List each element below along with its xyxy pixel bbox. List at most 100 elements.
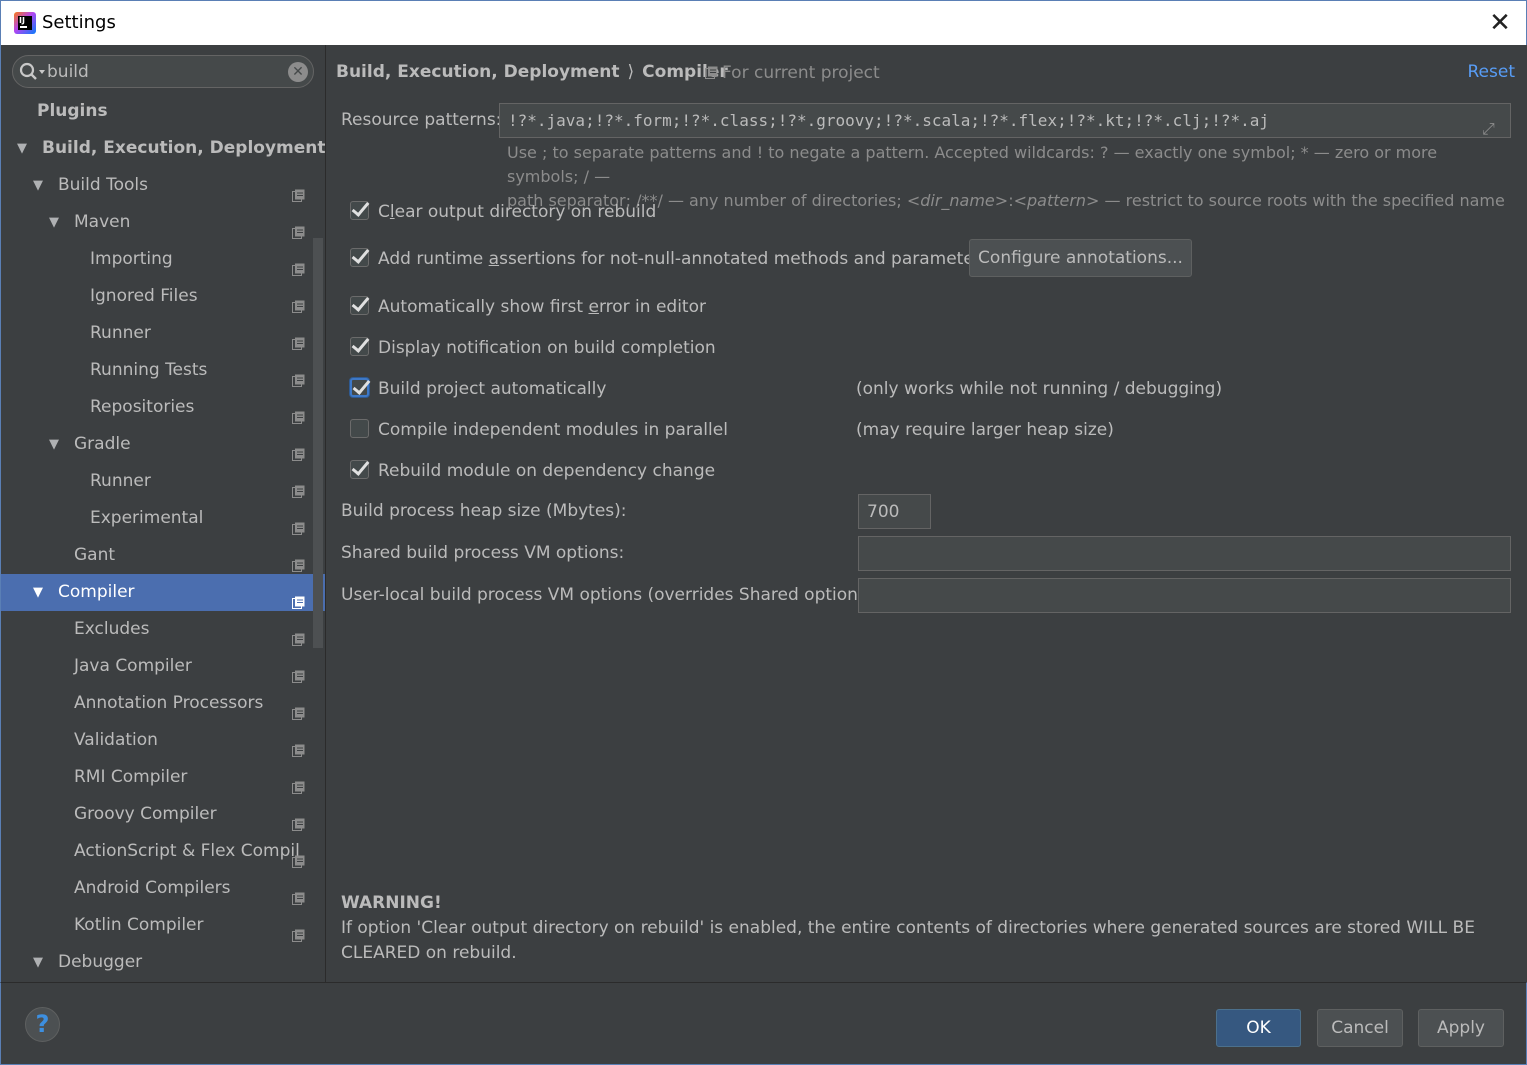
project-scope-icon bbox=[292, 734, 305, 757]
hint-dir-name: <dir_name> bbox=[906, 191, 1009, 210]
tree-item-java-compiler[interactable]: Java Compiler bbox=[1, 648, 325, 685]
heap-size-input[interactable] bbox=[858, 494, 931, 529]
tree-item-rmi-compiler[interactable]: RMI Compiler bbox=[1, 759, 325, 796]
tree-item-plugins[interactable]: Plugins bbox=[1, 93, 325, 130]
window-title: Settings bbox=[42, 12, 116, 33]
project-scope-icon bbox=[292, 586, 305, 609]
project-scope-icon bbox=[292, 401, 305, 424]
project-scope-icon bbox=[292, 771, 305, 794]
tree-item-build-tools[interactable]: ▼ Build Tools bbox=[1, 167, 325, 204]
tree-item-label: Experimental bbox=[90, 508, 204, 528]
tree-item-kotlin-compiler[interactable]: Kotlin Compiler bbox=[1, 907, 325, 944]
tree-item-gant[interactable]: Gant bbox=[1, 537, 325, 574]
expand-arrow-icon[interactable]: ▼ bbox=[49, 204, 59, 241]
compile-parallel-note: (may require larger heap size) bbox=[856, 420, 1114, 440]
warning-message: WARNING! If option 'Clear output directo… bbox=[341, 891, 1491, 966]
tree-item-label: Gant bbox=[74, 545, 116, 565]
rebuild-on-change-label: Rebuild module on dependency change bbox=[378, 461, 716, 481]
tree-item-validation[interactable]: Validation bbox=[1, 722, 325, 759]
tree-item-compiler[interactable]: ▼ Compiler bbox=[1, 574, 325, 611]
search-input[interactable] bbox=[47, 60, 287, 84]
rebuild-on-change-checkbox[interactable] bbox=[350, 460, 369, 479]
clear-output-checkbox[interactable] bbox=[350, 201, 369, 220]
tree-item-android-compilers[interactable]: Android Compilers bbox=[1, 870, 325, 907]
tree-item-excludes[interactable]: Excludes bbox=[1, 611, 325, 648]
tree-item-label: Maven bbox=[74, 212, 131, 232]
hint-line-2-part-b: — restrict to source roots with the spec… bbox=[1099, 191, 1505, 210]
resource-patterns-input[interactable]: !?*.java;!?*.form;!?*.class;!?*.groovy;!… bbox=[499, 103, 1511, 138]
project-scope-icon bbox=[292, 327, 305, 350]
tree-item-runner[interactable]: Runner bbox=[1, 315, 325, 352]
tree-item-groovy-compiler[interactable]: Groovy Compiler bbox=[1, 796, 325, 833]
expand-arrow-icon[interactable]: ▼ bbox=[49, 426, 59, 463]
project-scope-icon bbox=[292, 697, 305, 720]
apply-button[interactable]: Apply bbox=[1418, 1009, 1504, 1047]
show-first-error-label: Automatically show first error in editor bbox=[378, 297, 706, 317]
tree-item-build-execution-deployment[interactable]: ▼ Build, Execution, Deployment bbox=[1, 130, 325, 167]
build-automatically-label: Build project automatically bbox=[378, 379, 607, 399]
shared-vm-options-input[interactable] bbox=[858, 536, 1511, 571]
clear-search-icon[interactable]: ✕ bbox=[288, 62, 308, 82]
heap-size-label: Build process heap size (Mbytes): bbox=[341, 501, 627, 521]
add-assertions-checkbox[interactable] bbox=[350, 248, 369, 267]
scope-indicator: For current project bbox=[705, 63, 880, 83]
search-box: ✕ bbox=[12, 55, 314, 88]
settings-tree: Plugins ▼ Build, Execution, Deployment ▼ Bui… bbox=[1, 93, 325, 981]
tree-item-label: Running Tests bbox=[90, 360, 208, 380]
search-icon[interactable] bbox=[19, 62, 49, 82]
tree-item-ignored-files[interactable]: Ignored Files bbox=[1, 278, 325, 315]
tree-item-annotation-processors[interactable]: Annotation Processors bbox=[1, 685, 325, 722]
tree-item-experimental[interactable]: Experimental bbox=[1, 500, 325, 537]
help-icon[interactable]: ? bbox=[25, 1007, 60, 1042]
compiler-settings-panel: Build, Execution, Deployment ⟩ Compiler Fo… bbox=[326, 45, 1527, 982]
tree-item-importing[interactable]: Importing bbox=[1, 241, 325, 278]
tree-item-label: Runner bbox=[90, 323, 151, 343]
resource-patterns-hint: Use ; to separate patterns and ! to nega… bbox=[507, 141, 1507, 213]
display-notification-label: Display notification on build completion bbox=[378, 338, 716, 358]
configure-annotations-button[interactable]: Configure annotations... bbox=[969, 239, 1192, 277]
tree-item-running-tests[interactable]: Running Tests bbox=[1, 352, 325, 389]
shared-vm-options-label: Shared build process VM options: bbox=[341, 543, 625, 563]
expand-arrow-icon[interactable]: ▼ bbox=[33, 167, 43, 204]
expand-arrow-icon[interactable]: ▼ bbox=[33, 944, 43, 981]
project-scope-icon bbox=[292, 179, 305, 202]
user-vm-options-input[interactable] bbox=[858, 578, 1511, 613]
breadcrumb-separator: ⟩ bbox=[627, 62, 635, 82]
project-scope-icon bbox=[292, 290, 305, 313]
tree-item-actionscript-flex-compil[interactable]: ActionScript & Flex Compil bbox=[1, 833, 325, 870]
tree-item-gradle[interactable]: ▼ Gradle bbox=[1, 426, 325, 463]
display-notification-checkbox[interactable] bbox=[350, 337, 369, 356]
reset-link[interactable]: Reset bbox=[1468, 62, 1516, 82]
warning-text: If option 'Clear output directory on reb… bbox=[341, 918, 1475, 963]
tree-item-label: Validation bbox=[74, 730, 158, 750]
tree-item-label: Compiler bbox=[58, 582, 135, 602]
tree-item-repositories[interactable]: Repositories bbox=[1, 389, 325, 426]
project-scope-icon bbox=[292, 549, 305, 572]
user-vm-options-label: User-local build process VM options (ove… bbox=[341, 585, 880, 605]
tree-item-label: Repositories bbox=[90, 397, 195, 417]
project-scope-icon bbox=[292, 475, 305, 498]
tree-item-runner[interactable]: Runner bbox=[1, 463, 325, 500]
project-scope-icon bbox=[292, 512, 305, 535]
tree-item-label: Build Tools bbox=[58, 175, 148, 195]
project-scope-icon bbox=[292, 919, 305, 942]
build-automatically-checkbox[interactable] bbox=[350, 378, 369, 397]
tree-item-label: Android Compilers bbox=[74, 878, 231, 898]
tree-item-debugger[interactable]: ▼ Debugger bbox=[1, 944, 325, 981]
resource-patterns-value: !?*.java;!?*.form;!?*.class;!?*.groovy;!… bbox=[508, 111, 1269, 130]
compile-parallel-checkbox[interactable] bbox=[350, 419, 369, 438]
tree-item-label: Importing bbox=[90, 249, 173, 269]
title-bar: IJ Settings ✕ bbox=[0, 0, 1527, 45]
ok-button[interactable]: OK bbox=[1216, 1009, 1301, 1047]
cancel-button[interactable]: Cancel bbox=[1317, 1009, 1403, 1047]
sidebar-scrollbar[interactable] bbox=[313, 238, 323, 648]
resource-patterns-label: Resource patterns: bbox=[341, 110, 502, 130]
show-first-error-checkbox[interactable] bbox=[350, 296, 369, 315]
tree-item-maven[interactable]: ▼ Maven bbox=[1, 204, 325, 241]
expand-arrow-icon[interactable]: ▼ bbox=[33, 574, 43, 611]
expand-arrow-icon[interactable]: ▼ bbox=[17, 130, 27, 167]
close-icon[interactable]: ✕ bbox=[1486, 9, 1514, 37]
expand-icon[interactable]: ⤢ bbox=[1482, 112, 1500, 137]
scope-text: For current project bbox=[722, 63, 880, 83]
tree-item-label: ActionScript & Flex Compil bbox=[74, 841, 300, 861]
